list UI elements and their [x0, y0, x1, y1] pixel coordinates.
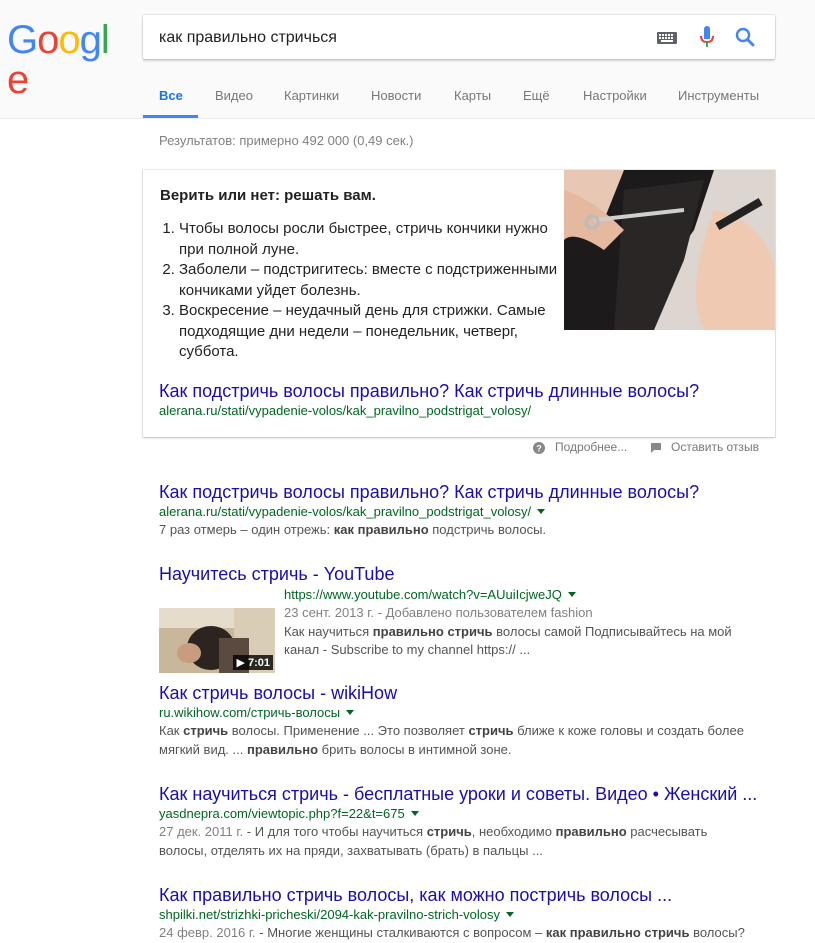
- result-stats: Результатов: примерно 492 000 (0,49 сек.…: [159, 133, 414, 148]
- search-result: Как научиться стричь - бесплатные уроки …: [159, 783, 779, 860]
- tab-news[interactable]: Новости: [371, 88, 421, 103]
- leave-feedback-link[interactable]: Оставить отзыв: [671, 440, 759, 454]
- search-input[interactable]: [159, 27, 639, 49]
- microphone-icon[interactable]: [699, 25, 715, 49]
- url-dropdown-arrow-icon[interactable]: [567, 592, 576, 597]
- more-info-link[interactable]: Подробнее...: [555, 440, 627, 454]
- result-title-link[interactable]: Как стричь волосы - wikiHow: [159, 682, 779, 704]
- tab-all[interactable]: Все: [159, 88, 183, 103]
- result-url: yasdnepra.com/viewtopic.php?f=22&t=675: [159, 805, 779, 823]
- snippet-list: Чтобы волосы росли быстрее, стричь кончи…: [160, 219, 559, 363]
- result-title-link[interactable]: Как подстричь волосы правильно? Как стри…: [159, 481, 779, 503]
- snippet-item: Чтобы волосы росли быстрее, стричь кончи…: [179, 219, 559, 260]
- snippet-title: Верить или нет: решать вам.: [160, 187, 376, 204]
- tab-more[interactable]: Ещё: [523, 88, 550, 103]
- tab-tools[interactable]: Инструменты: [678, 88, 759, 103]
- result-snippet: Как стричь волосы. Применение ... Это по…: [159, 723, 744, 757]
- result-url: shpilki.net/strizhki-pricheski/2094-kak-…: [159, 906, 779, 924]
- result-url: ru.wikihow.com/стричь-волосы: [159, 704, 779, 722]
- video-duration: ▶ 7:01: [233, 655, 273, 670]
- search-result: Как подстричь волосы правильно? Как стри…: [159, 481, 779, 540]
- snippet-image[interactable]: [564, 170, 775, 330]
- result-url: https://www.youtube.com/watch?v=AUuiIcjw…: [284, 586, 754, 604]
- search-icon[interactable]: [735, 27, 755, 47]
- feedback-icon[interactable]: [650, 442, 662, 454]
- featured-snippet: Верить или нет: решать вам. Чтобы волосы…: [143, 170, 775, 437]
- snippet-link[interactable]: Как подстричь волосы правильно? Как стри…: [159, 381, 699, 402]
- tab-images[interactable]: Картинки: [284, 88, 339, 103]
- search-box: [143, 15, 775, 59]
- snippet-url: alerana.ru/stati/vypadenie-volos/kak_pra…: [159, 403, 532, 418]
- snippet-item: Заболели – подстригитесь: вместе с подст…: [179, 260, 559, 301]
- tab-maps[interactable]: Карты: [454, 88, 491, 103]
- url-dropdown-arrow-icon[interactable]: [506, 912, 515, 917]
- url-dropdown-arrow-icon[interactable]: [410, 811, 419, 816]
- video-meta: 23 сент. 2013 г. - Добавлено пользовател…: [284, 605, 593, 620]
- result-snippet: 27 дек. 2011 г. - И для того чтобы научи…: [159, 824, 708, 858]
- result-snippet: 7 раз отмерь – один отрежь: как правильн…: [159, 522, 547, 537]
- result-title-link[interactable]: Научитесь стричь - YouTube: [159, 563, 779, 585]
- url-dropdown-arrow-icon[interactable]: [346, 710, 355, 715]
- svg-text:?: ?: [536, 444, 542, 454]
- keyboard-icon[interactable]: [657, 32, 677, 44]
- tab-settings[interactable]: Настройки: [583, 88, 647, 103]
- result-snippet: Как научиться правильно стричь волосы са…: [284, 623, 732, 658]
- google-logo[interactable]: Google: [7, 20, 127, 100]
- result-title-link[interactable]: Как правильно стричь волосы, как можно п…: [159, 884, 779, 906]
- active-tab-indicator: [143, 115, 198, 118]
- header: Google Все Видео Картинки Новости Карты: [0, 0, 815, 119]
- search-result-video: Научитесь стричь - YouTube ▶ 7:01 https:…: [159, 563, 779, 673]
- result-title-link[interactable]: Как научиться стричь - бесплатные уроки …: [159, 783, 779, 805]
- help-icon[interactable]: ?: [533, 442, 545, 454]
- tab-video[interactable]: Видео: [215, 88, 253, 103]
- snippet-item: Воскресение – неудачный день для стрижки…: [179, 301, 559, 363]
- result-url: alerana.ru/stati/vypadenie-volos/kak_pra…: [159, 503, 779, 521]
- url-dropdown-arrow-icon[interactable]: [537, 509, 546, 514]
- search-result: Как стричь волосы - wikiHow ru.wikihow.c…: [159, 682, 779, 759]
- video-thumbnail[interactable]: ▶ 7:01: [159, 608, 275, 673]
- search-result: Как правильно стричь волосы, как можно п…: [159, 884, 779, 943]
